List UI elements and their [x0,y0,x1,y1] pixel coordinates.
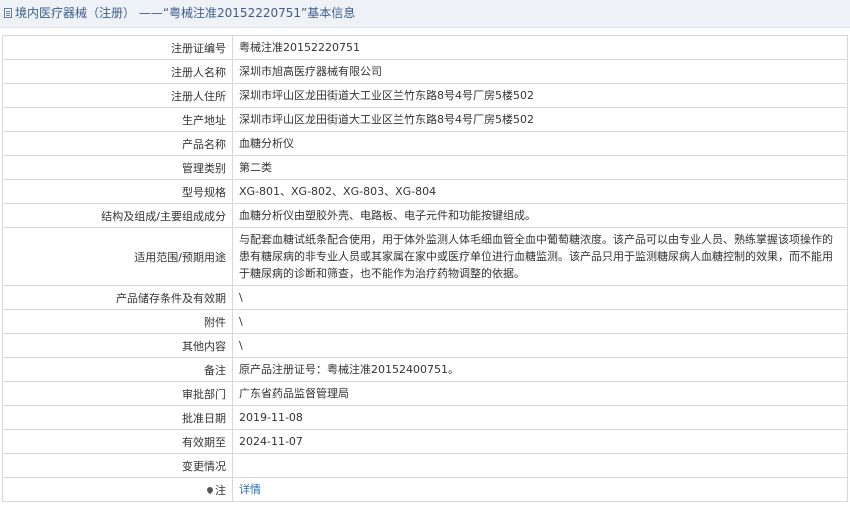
row-label: 备注 [2,357,233,382]
table-row: 产品储存条件及有效期 \ [2,285,848,310]
row-value: 2019-11-08 [232,405,848,430]
table-row: 管理类别 第二类 [2,155,848,180]
row-value: XG-801、XG-802、XG-803、XG-804 [232,179,848,204]
row-value: 第二类 [232,155,848,180]
row-label: 适用范围/预期用途 [2,227,233,286]
table-row: 结构及组成/主要组成成分 血糖分析仪由塑胶外壳、电路板、电子元件和功能按键组成。 [2,203,848,228]
note-row: 注 详情 [2,477,848,502]
row-value: 2024-11-07 [232,429,848,454]
row-label: 生产地址 [2,107,233,132]
row-value: 原产品注册证号：粤械注准20152400751。 [232,357,848,382]
page-title: 境内医疗器械（注册） ——“粤械注准20152220751”基本信息 [15,6,356,20]
row-label: 批准日期 [2,405,233,430]
row-label: 有效期至 [2,429,233,454]
row-value: \ [232,333,848,358]
table-row: 审批部门 广东省药品监督管理局 [2,381,848,406]
row-value: 深圳市坪山区龙田街道大工业区兰竹东路8号4号厂房5楼502 [232,107,848,132]
page-header: 境内医疗器械（注册） ——“粤械注准20152220751”基本信息 [0,0,850,28]
row-value: 血糖分析仪由塑胶外壳、电路板、电子元件和功能按键组成。 [232,203,848,228]
table-row: 注册人名称 深圳市旭高医疗器械有限公司 [2,59,848,84]
row-label: 注册人名称 [2,59,233,84]
row-value: 广东省药品监督管理局 [232,381,848,406]
row-value: \ [232,309,848,334]
row-label: 结构及组成/主要组成成分 [2,203,233,228]
row-label: 变更情况 [2,453,233,478]
table-row: 批准日期 2019-11-08 [2,405,848,430]
table-row: 备注 原产品注册证号：粤械注准20152400751。 [2,357,848,382]
table-row: 其他内容 \ [2,333,848,358]
table-row: 附件 \ [2,309,848,334]
note-value-cell: 详情 [232,477,848,502]
table-row: 注册人住所 深圳市坪山区龙田街道大工业区兰竹东路8号4号厂房5楼502 [2,83,848,108]
note-label-cell: 注 [2,477,233,502]
table-row: 型号规格 XG-801、XG-802、XG-803、XG-804 [2,179,848,204]
row-label: 注册证编号 [2,35,233,60]
row-label: 审批部门 [2,381,233,406]
row-value: 与配套血糖试纸条配合使用，用于体外监测人体毛细血管全血中葡萄糖浓度。该产品可以由… [232,227,848,286]
table-row: 产品名称 血糖分析仪 [2,131,848,156]
row-label: 管理类别 [2,155,233,180]
row-value: 深圳市旭高医疗器械有限公司 [232,59,848,84]
row-label: 产品名称 [2,131,233,156]
row-label: 产品储存条件及有效期 [2,285,233,310]
table-row: 生产地址 深圳市坪山区龙田街道大工业区兰竹东路8号4号厂房5楼502 [2,107,848,132]
row-value: 血糖分析仪 [232,131,848,156]
row-label: 其他内容 [2,333,233,358]
document-icon [4,8,12,18]
row-value [232,453,848,478]
details-link[interactable]: 详情 [239,483,261,496]
table-row: 注册证编号 粤械注准20152220751 [2,35,848,60]
row-label: 注册人住所 [2,83,233,108]
row-label: 附件 [2,309,233,334]
info-table: 注册证编号 粤械注准20152220751 注册人名称 深圳市旭高医疗器械有限公… [2,35,848,502]
pin-icon [205,485,215,494]
table-row: 适用范围/预期用途 与配套血糖试纸条配合使用，用于体外监测人体毛细血管全血中葡萄… [2,227,848,286]
table-row: 有效期至 2024-11-07 [2,429,848,454]
row-label: 型号规格 [2,179,233,204]
table-row: 变更情况 [2,453,848,478]
note-label: 注 [215,483,226,497]
row-value: 深圳市坪山区龙田街道大工业区兰竹东路8号4号厂房5楼502 [232,83,848,108]
row-value: \ [232,285,848,310]
row-value: 粤械注准20152220751 [232,35,848,60]
